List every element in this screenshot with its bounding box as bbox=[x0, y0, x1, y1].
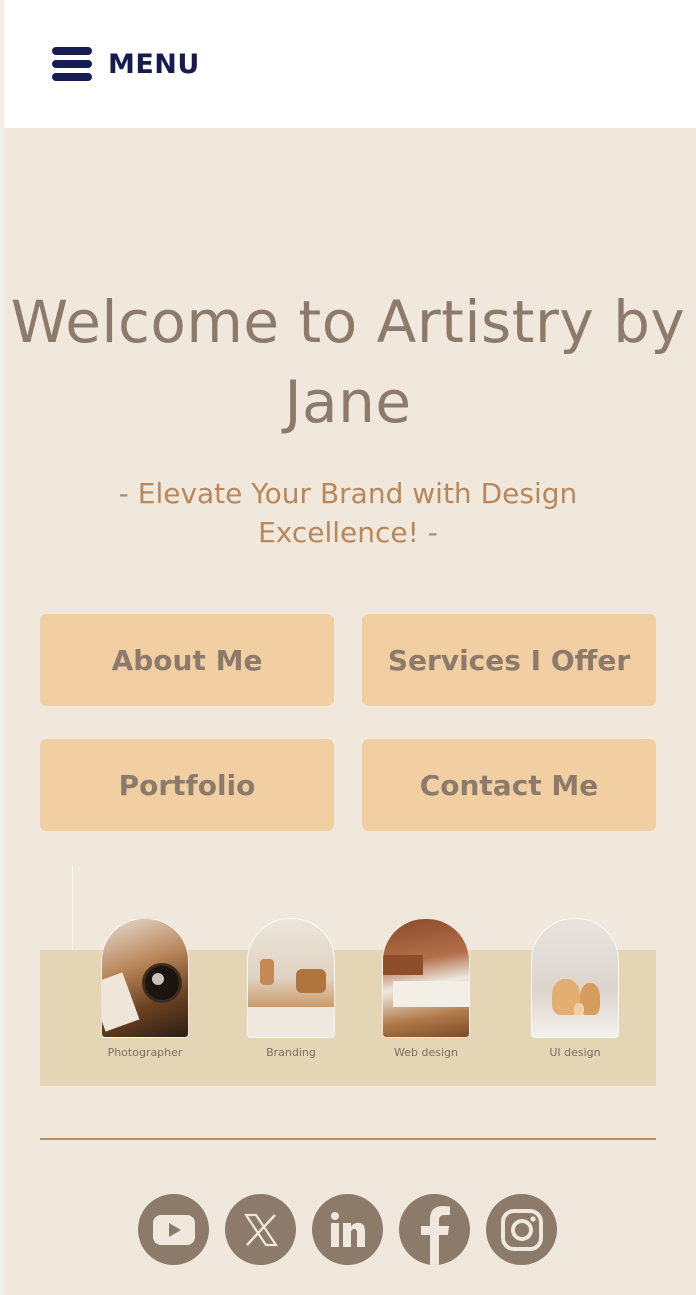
service-branding[interactable]: Branding bbox=[241, 918, 341, 1059]
facebook-link[interactable] bbox=[399, 1194, 470, 1265]
site-header: MENU bbox=[4, 0, 696, 128]
page-title: Welcome to Artistry by Jane bbox=[10, 288, 686, 436]
youtube-link[interactable] bbox=[138, 1194, 209, 1265]
service-label: UI design bbox=[549, 1046, 601, 1059]
x-link[interactable] bbox=[225, 1194, 296, 1265]
portfolio-button[interactable]: Portfolio bbox=[40, 739, 334, 831]
hamburger-icon bbox=[52, 46, 92, 82]
service-ui-design[interactable]: UI design bbox=[525, 918, 625, 1059]
living-room-photo bbox=[382, 918, 470, 1038]
instagram-link[interactable] bbox=[486, 1194, 557, 1265]
service-label: Branding bbox=[266, 1046, 316, 1059]
social-links bbox=[138, 1194, 557, 1265]
service-photographer[interactable]: Photographer bbox=[95, 918, 195, 1059]
vases-photo bbox=[531, 918, 619, 1038]
service-label: Photographer bbox=[107, 1046, 183, 1059]
candles-interior-photo bbox=[247, 918, 335, 1038]
decorative-line bbox=[72, 865, 73, 955]
tagline: - Elevate Your Brand with Design Excelle… bbox=[118, 477, 578, 549]
service-label: Web design bbox=[394, 1046, 458, 1059]
instagram-icon bbox=[500, 1208, 543, 1251]
facebook-icon bbox=[420, 1206, 450, 1265]
footer-divider bbox=[40, 1138, 656, 1140]
x-icon bbox=[243, 1213, 278, 1246]
about-me-button[interactable]: About Me bbox=[40, 614, 334, 706]
linkedin-link[interactable] bbox=[312, 1194, 383, 1265]
services-button[interactable]: Services I Offer bbox=[362, 614, 656, 706]
camera-photo bbox=[101, 918, 189, 1038]
service-web-design[interactable]: Web design bbox=[376, 918, 476, 1059]
menu-button[interactable]: MENU bbox=[52, 46, 200, 82]
page-edge bbox=[0, 0, 4, 1295]
menu-label: MENU bbox=[108, 48, 200, 80]
youtube-icon bbox=[152, 1214, 195, 1245]
contact-me-button[interactable]: Contact Me bbox=[362, 739, 656, 831]
linkedin-icon bbox=[330, 1211, 365, 1247]
